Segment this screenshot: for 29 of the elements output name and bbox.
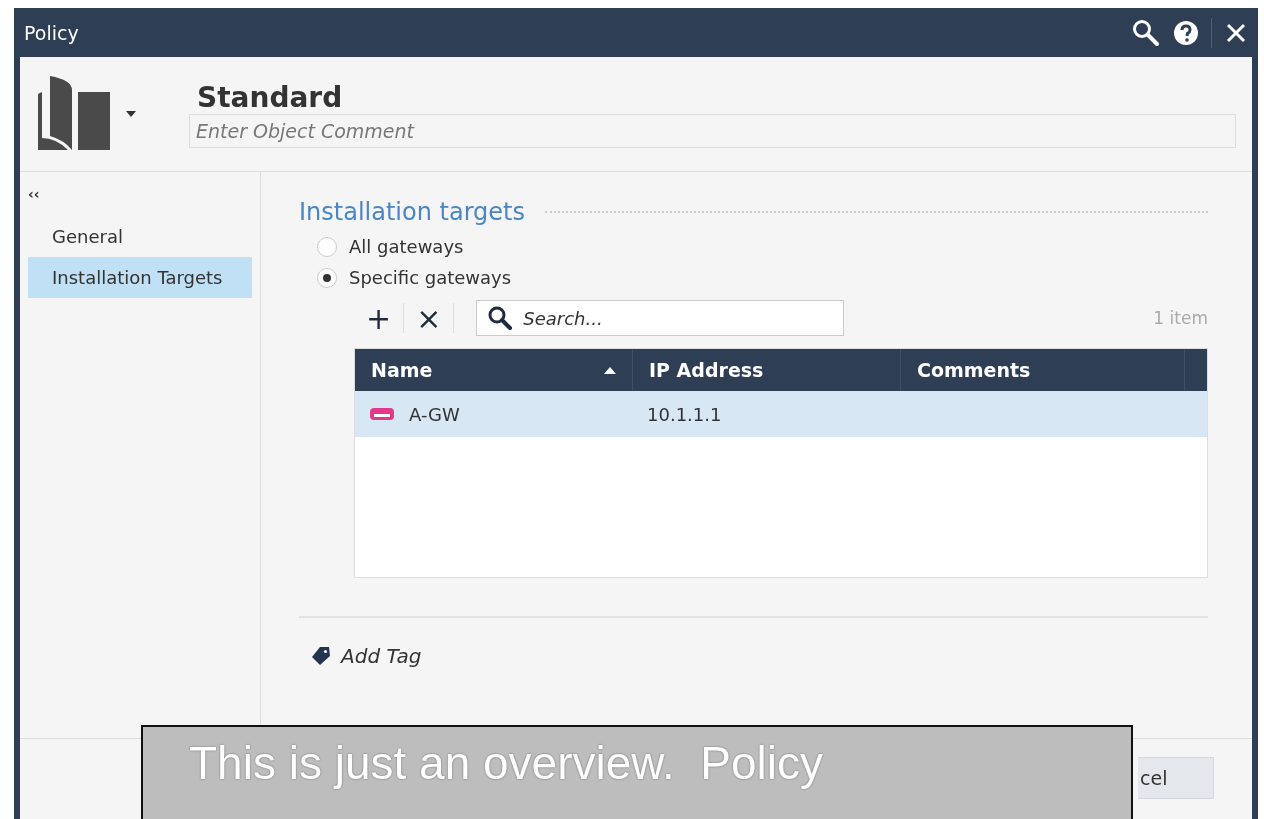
book-icon[interactable] (36, 76, 112, 152)
comment-field[interactable]: Enter Object Comment (189, 113, 1236, 148)
caret-icon[interactable] (126, 111, 136, 117)
radio-button[interactable] (317, 236, 337, 257)
table-row[interactable]: A-GW 10.1.1.1 (355, 391, 1207, 437)
collapse-button[interactable]: ‹‹ (28, 186, 40, 202)
search-field[interactable]: Search... (476, 300, 845, 336)
sidebar-item[interactable]: Installation Targets (28, 257, 252, 298)
search-input[interactable]: Search... (521, 306, 844, 330)
radio-button[interactable] (317, 267, 337, 288)
cancel-button[interactable]: cel (1138, 757, 1214, 799)
gateway-icon (369, 407, 395, 421)
object-name: Standard (196, 80, 344, 114)
table-cell: 10.1.1.1 (647, 403, 722, 425)
window-title: Policy (24, 21, 79, 44)
add-tag-link[interactable]: Add Tag (341, 644, 422, 668)
radio-label[interactable]: Specific gateways (349, 267, 512, 288)
search-icon[interactable] (1131, 17, 1161, 48)
add-button[interactable]: + (354, 300, 404, 336)
help-icon[interactable] (1173, 19, 1199, 46)
callout-text: This is just an overview. Policy (189, 737, 824, 789)
remove-button[interactable]: × (404, 300, 454, 336)
sidebar-item[interactable]: General (28, 216, 252, 257)
table-cell: A-GW (409, 403, 460, 425)
tag-icon (311, 646, 331, 666)
section-title: Installation targets (299, 198, 526, 226)
radio-label[interactable]: All gateways (349, 236, 464, 257)
item-count: 1 item (1153, 308, 1208, 328)
search-icon (487, 305, 514, 331)
